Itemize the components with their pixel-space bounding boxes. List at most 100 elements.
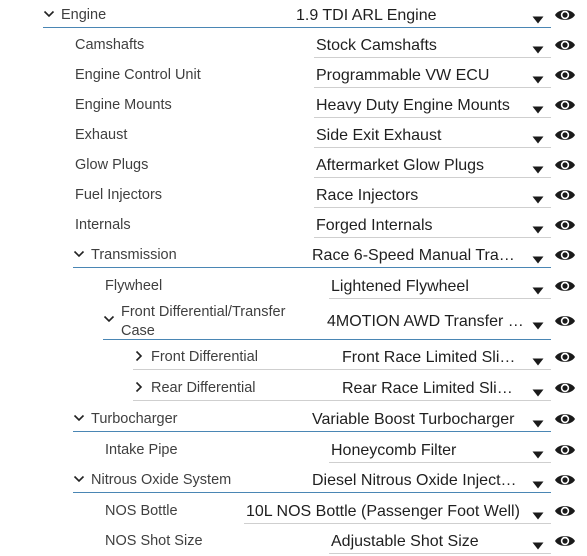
eye-icon[interactable]: [554, 278, 576, 294]
part-slot-label: Rear Differential: [151, 380, 256, 396]
part-row: NOS Shot Size Adjustable Shot Size: [0, 526, 587, 556]
eye-icon[interactable]: [554, 503, 576, 519]
dropdown-arrow-icon[interactable]: [532, 415, 544, 428]
eye-icon[interactable]: [554, 37, 576, 53]
part-select-value[interactable]: Side Exit Exhaust: [316, 127, 526, 145]
part-select-value[interactable]: Race Injectors: [316, 187, 526, 205]
part-slot-label: Front Differential/Transfer: [121, 304, 286, 320]
part-select-value[interactable]: 4MOTION AWD Transfer Case: [327, 313, 524, 331]
part-row: Glow Plugs Aftermarket Glow Plugs: [0, 150, 587, 180]
eye-icon[interactable]: [554, 442, 576, 458]
part-row: Nitrous Oxide System Diesel Nitrous Oxide…: [0, 465, 587, 495]
eye-icon[interactable]: [554, 247, 576, 263]
chevron-down-icon[interactable]: [72, 472, 86, 486]
part-slot-label: NOS Shot Size: [105, 533, 203, 549]
dropdown-arrow-icon[interactable]: [532, 446, 544, 459]
part-slot-label-line2: Case: [121, 323, 155, 339]
dropdown-arrow-icon[interactable]: [532, 476, 544, 489]
chevron-right-icon[interactable]: [132, 380, 146, 394]
part-select-value[interactable]: 10L NOS Bottle (Passenger Foot Well): [246, 503, 522, 521]
part-slot-label: Turbocharger: [91, 411, 178, 427]
part-select-value[interactable]: Race 6-Speed Manual Transmission: [312, 247, 522, 265]
part-slot-label: Exhaust: [75, 127, 128, 143]
group-underline: [103, 339, 551, 340]
eye-icon[interactable]: [554, 157, 576, 173]
select-underline: [314, 147, 551, 148]
part-slot-label: Fuel Injectors: [75, 187, 163, 203]
select-underline: [329, 462, 551, 463]
part-select-value[interactable]: Stock Camshafts: [316, 37, 526, 55]
part-row: NOS Bottle 10L NOS Bottle (Passenger Foot…: [0, 496, 587, 526]
dropdown-arrow-icon[interactable]: [532, 507, 544, 520]
part-select-value[interactable]: Heavy Duty Engine Mounts: [316, 97, 526, 115]
part-select-value[interactable]: Front Race Limited Slip Differential: [342, 349, 516, 367]
group-underline: [73, 431, 551, 432]
chevron-down-icon[interactable]: [72, 411, 86, 425]
group-underline: [73, 492, 551, 493]
part-row: Flywheel Lightened Flywheel: [0, 271, 587, 301]
part-slot-label: Nitrous Oxide System: [91, 472, 232, 488]
part-slot-label: Camshafts: [75, 37, 145, 53]
part-row: Internals Forged Internals: [0, 210, 587, 240]
part-slot-label: Internals: [75, 217, 131, 233]
eye-icon[interactable]: [554, 349, 576, 365]
part-select-value[interactable]: Programmable VW ECU: [316, 67, 526, 85]
part-row: Engine 1.9 TDI ARL Engine: [0, 0, 587, 30]
part-select-value[interactable]: 1.9 TDI ARL Engine: [296, 7, 526, 25]
eye-icon[interactable]: [554, 533, 576, 549]
eye-icon[interactable]: [554, 67, 576, 83]
dropdown-arrow-icon[interactable]: [532, 317, 544, 330]
group-underline: [73, 267, 551, 268]
dropdown-arrow-icon[interactable]: [532, 384, 544, 397]
eye-icon[interactable]: [554, 97, 576, 113]
part-select-value[interactable]: Diesel Nitrous Oxide Injection: [312, 472, 518, 490]
part-slot-label: Engine Mounts: [75, 97, 172, 113]
dropdown-arrow-icon[interactable]: [532, 191, 544, 204]
part-select-value[interactable]: Aftermarket Glow Plugs: [316, 157, 526, 175]
part-select-value[interactable]: Adjustable Shot Size: [331, 533, 526, 551]
eye-icon[interactable]: [554, 187, 576, 203]
select-underline: [133, 369, 551, 370]
part-row: Rear Differential Rear Race Limited Slip …: [0, 373, 587, 403]
part-row: Intake Pipe Honeycomb Filter: [0, 435, 587, 465]
part-row: Front Differential/Transfer Case 4MOTION A…: [0, 298, 587, 340]
select-underline: [329, 553, 551, 554]
dropdown-arrow-icon[interactable]: [532, 221, 544, 234]
dropdown-arrow-icon[interactable]: [532, 282, 544, 295]
part-row: Exhaust Side Exit Exhaust: [0, 120, 587, 150]
part-select-value[interactable]: Rear Race Limited Slip Differential: [342, 380, 516, 398]
eye-icon[interactable]: [554, 380, 576, 396]
part-row: Turbocharger Variable Boost Turbocharger: [0, 404, 587, 434]
eye-icon[interactable]: [554, 127, 576, 143]
group-underline: [43, 27, 551, 28]
part-select-value[interactable]: Lightened Flywheel: [331, 278, 526, 296]
select-underline: [314, 237, 551, 238]
part-row: Engine Control Unit Programmable VW ECU: [0, 60, 587, 90]
select-underline: [314, 57, 551, 58]
eye-icon[interactable]: [554, 411, 576, 427]
dropdown-arrow-icon[interactable]: [532, 101, 544, 114]
chevron-down-icon[interactable]: [42, 7, 56, 21]
eye-icon[interactable]: [554, 217, 576, 233]
eye-icon[interactable]: [554, 313, 576, 329]
eye-icon[interactable]: [554, 472, 576, 488]
part-slot-label: Flywheel: [105, 278, 163, 294]
part-select-value[interactable]: Variable Boost Turbocharger: [312, 411, 522, 429]
dropdown-arrow-icon[interactable]: [532, 353, 544, 366]
dropdown-arrow-icon[interactable]: [532, 71, 544, 84]
chevron-down-icon[interactable]: [72, 247, 86, 261]
chevron-down-icon[interactable]: [102, 312, 116, 326]
select-underline: [314, 87, 551, 88]
dropdown-arrow-icon[interactable]: [532, 41, 544, 54]
dropdown-arrow-icon[interactable]: [532, 251, 544, 264]
dropdown-arrow-icon[interactable]: [532, 131, 544, 144]
part-slot-label: Engine Control Unit: [75, 67, 201, 83]
dropdown-arrow-icon[interactable]: [532, 11, 544, 24]
chevron-right-icon[interactable]: [132, 349, 146, 363]
part-select-value[interactable]: Honeycomb Filter: [331, 442, 526, 460]
part-select-value[interactable]: Forged Internals: [316, 217, 526, 235]
eye-icon[interactable]: [554, 7, 576, 23]
dropdown-arrow-icon[interactable]: [532, 537, 544, 550]
part-row: Camshafts Stock Camshafts: [0, 30, 587, 60]
dropdown-arrow-icon[interactable]: [532, 161, 544, 174]
